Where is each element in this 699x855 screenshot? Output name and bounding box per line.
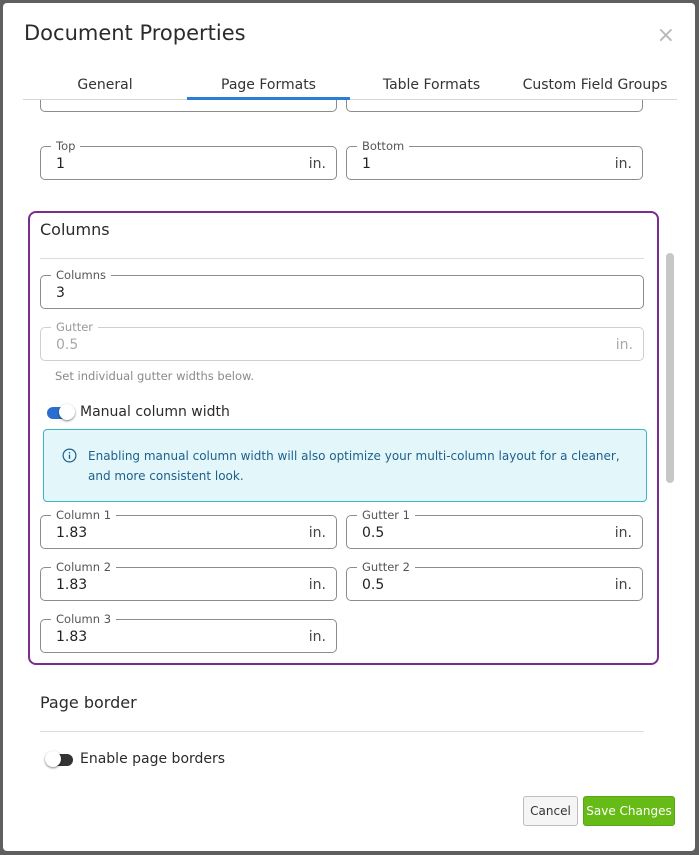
- tab-custom-field-groups[interactable]: Custom Field Groups: [513, 77, 677, 99]
- field-label: Column 1: [51, 508, 117, 522]
- page-border-section-title: Page border: [40, 693, 137, 712]
- gutter-1-width-field[interactable]: Gutter 1 0.5 in.: [346, 508, 643, 549]
- info-alert-text: Enabling manual column width will also o…: [88, 449, 620, 483]
- gutter-field: Gutter 0.5 in.: [40, 320, 644, 361]
- field-value: 1: [362, 156, 371, 172]
- right-margin-field[interactable]: [346, 100, 643, 112]
- tab-general[interactable]: General: [23, 77, 187, 99]
- left-margin-field[interactable]: [40, 100, 337, 112]
- tab-page-formats[interactable]: Page Formats: [187, 77, 350, 100]
- top-margin-field[interactable]: Top 1 in.: [40, 139, 337, 180]
- info-alert: Enabling manual column width will also o…: [43, 429, 647, 502]
- field-label: Column 3: [51, 612, 117, 626]
- field-value: 0.5: [56, 337, 79, 353]
- dialog-title: Document Properties: [24, 21, 246, 45]
- unit-label: in.: [308, 156, 326, 172]
- gutter-2-width-field[interactable]: Gutter 2 0.5 in.: [346, 560, 643, 601]
- field-value: 1.83: [56, 577, 88, 593]
- field-value: 0.5: [362, 577, 385, 593]
- divider: [40, 731, 644, 732]
- unit-label: in.: [615, 337, 633, 353]
- enable-page-borders-label: Enable page borders: [80, 751, 226, 767]
- field-value: 1.83: [56, 629, 88, 645]
- cancel-button[interactable]: Cancel: [523, 796, 578, 826]
- column-1-width-field[interactable]: Column 1 1.83 in.: [40, 508, 337, 549]
- gutter-helper-text: Set individual gutter widths below.: [55, 369, 255, 383]
- columns-count-field[interactable]: Columns 3: [40, 268, 644, 309]
- unit-label: in.: [614, 156, 632, 172]
- field-value: 3: [56, 285, 65, 301]
- unit-label: in.: [614, 577, 632, 593]
- divider: [40, 258, 644, 259]
- enable-page-borders-toggle[interactable]: [45, 751, 73, 767]
- bottom-margin-field[interactable]: Bottom 1 in.: [346, 139, 643, 180]
- field-label: Columns: [51, 268, 112, 282]
- toggle-knob: [59, 404, 75, 420]
- field-label: Top: [51, 139, 81, 153]
- save-changes-button[interactable]: Save Changes: [583, 796, 675, 826]
- field-label: Gutter 2: [357, 560, 415, 574]
- columns-section-title: Columns: [40, 220, 110, 239]
- field-value: 1: [56, 156, 65, 172]
- scrollbar-thumb[interactable]: [666, 253, 674, 483]
- info-circle-icon: [62, 448, 77, 463]
- document-properties-dialog: Document Properties × General Page Forma…: [3, 3, 695, 851]
- field-label: Gutter 1: [357, 508, 415, 522]
- scrollbar[interactable]: [663, 100, 677, 776]
- column-3-width-field[interactable]: Column 3 1.83 in.: [40, 612, 337, 653]
- tab-table-formats[interactable]: Table Formats: [350, 77, 513, 99]
- field-value: 1.83: [56, 525, 88, 541]
- field-label: Gutter: [51, 320, 99, 334]
- column-2-width-field[interactable]: Column 2 1.83 in.: [40, 560, 337, 601]
- field-label: Column 2: [51, 560, 117, 574]
- unit-label: in.: [308, 525, 326, 541]
- manual-column-width-label: Manual column width: [80, 404, 230, 420]
- unit-label: in.: [614, 525, 632, 541]
- close-icon[interactable]: ×: [657, 25, 675, 47]
- page-formats-panel[interactable]: Top 1 in. Bottom 1 in. Columns Columns 3…: [23, 100, 677, 776]
- field-label: Bottom: [357, 139, 410, 153]
- field-value: 0.5: [362, 525, 385, 541]
- toggle-knob: [45, 751, 61, 767]
- tab-bar: General Page Formats Table Formats Custo…: [23, 73, 677, 100]
- unit-label: in.: [308, 629, 326, 645]
- manual-column-width-toggle[interactable]: [47, 404, 75, 420]
- unit-label: in.: [308, 577, 326, 593]
